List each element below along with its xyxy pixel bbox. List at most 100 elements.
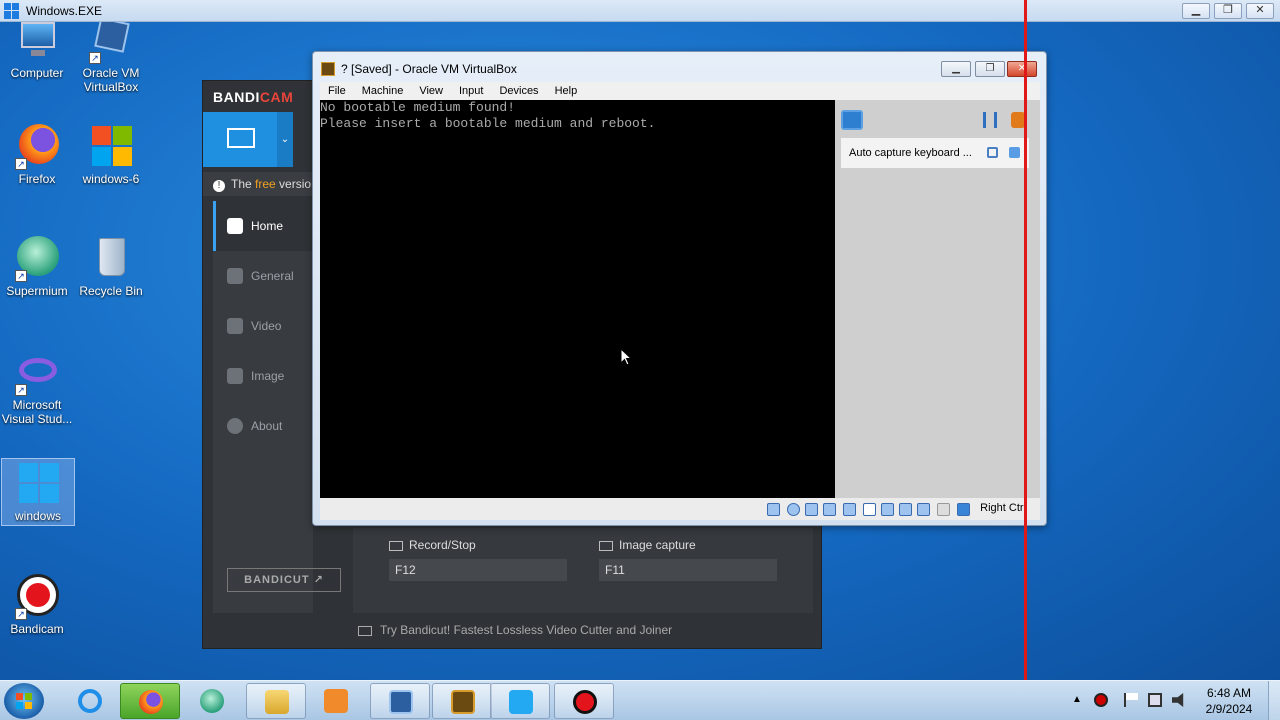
taskbar-file-explorer[interactable]: [246, 683, 306, 719]
taskbar-firefox[interactable]: [120, 683, 180, 719]
toggle-icon[interactable]: [1011, 112, 1025, 128]
desktop-icon-label: windows-6: [82, 172, 140, 186]
nav-about[interactable]: About: [213, 401, 313, 451]
menu-view[interactable]: View: [411, 85, 451, 97]
vm-display[interactable]: No bootable medium found! Please insert …: [320, 100, 835, 498]
nav-image[interactable]: Image: [213, 351, 313, 401]
keyboard-icon: [389, 540, 403, 551]
vm-screen-line: Please insert a bootable medium and rebo…: [320, 116, 656, 131]
shortcut-arrow-icon: ↗: [89, 52, 101, 64]
desktop-icon-recycle-bin[interactable]: Recycle Bin: [74, 234, 148, 298]
desktop-icon-label: Bandicam: [10, 622, 64, 636]
taskbar-virtualbox[interactable]: [370, 683, 430, 719]
shared-folders-icon[interactable]: [863, 503, 876, 516]
volume-muted-icon[interactable]: [1172, 693, 1184, 707]
taskbar-media-player[interactable]: [306, 683, 366, 719]
desktop-icon-bandicam[interactable]: ↗ Bandicam: [0, 572, 74, 636]
desktop-icon-virtualbox[interactable]: ↗ Oracle VM VirtualBox: [74, 22, 148, 94]
close-button[interactable]: ✕: [1246, 3, 1274, 19]
network-icon[interactable]: [823, 503, 836, 516]
sort-icon[interactable]: [983, 112, 997, 128]
hard-disk-icon[interactable]: [767, 503, 780, 516]
system-clock[interactable]: 6:48 AM 2/9/2024: [1198, 685, 1260, 717]
virtualbox-vm-window[interactable]: ? [Saved] - Oracle VM VirtualBox ▁ ❐ ✕ F…: [312, 51, 1047, 526]
record-stop-label: Record/Stop: [389, 538, 476, 552]
vbox-minimize-button[interactable]: ▁: [941, 61, 971, 77]
supermium-icon: ↗: [13, 234, 61, 282]
info-icon: !: [213, 180, 225, 192]
desktop-icon-firefox[interactable]: ↗ Firefox: [0, 122, 74, 186]
dismiss-icon[interactable]: [1009, 147, 1020, 158]
taskbar-windows[interactable]: [490, 683, 550, 719]
desktop-icon-computer[interactable]: Computer: [0, 22, 74, 80]
host-window-titlebar[interactable]: Windows.EXE ▁ ❐ ✕: [0, 0, 1280, 22]
nav-video[interactable]: Video: [213, 301, 313, 351]
minimize-button[interactable]: ▁: [1182, 3, 1210, 19]
nav-label: Video: [251, 319, 282, 333]
recording-icon[interactable]: [899, 503, 912, 516]
shortcut-arrow-icon: ↗: [15, 270, 27, 282]
desktop-icon-windows-6[interactable]: windows-6: [74, 122, 148, 186]
vbox-close-button[interactable]: ✕: [1007, 61, 1037, 77]
nav-label: General: [251, 269, 294, 283]
auto-capture-notification[interactable]: Auto capture keyboard ...: [841, 138, 1029, 168]
mode-dropdown-button[interactable]: ⌄: [277, 112, 293, 167]
restore-button[interactable]: ❐: [1214, 3, 1242, 19]
display-icon[interactable]: [881, 503, 894, 516]
menu-machine[interactable]: Machine: [354, 85, 412, 97]
show-desktop-button[interactable]: [1268, 681, 1280, 720]
start-button[interactable]: [4, 683, 44, 719]
mouse-integration-icon[interactable]: [937, 503, 950, 516]
show-hidden-icons-chevron[interactable]: ▲: [1072, 694, 1086, 708]
desktop-icon-windows[interactable]: windows: [1, 458, 75, 526]
red-guide-line: [1024, 0, 1027, 720]
computer-icon: [13, 22, 61, 64]
nav-label: About: [251, 419, 283, 433]
vbox-restore-button[interactable]: ❐: [975, 61, 1005, 77]
notification-center-icon[interactable]: [841, 110, 863, 130]
screen-mode-button[interactable]: [203, 112, 277, 167]
virtualbox-icon: ↗: [87, 22, 135, 64]
taskbar-virtualbox-vm[interactable]: [432, 683, 492, 719]
menu-help[interactable]: Help: [547, 85, 586, 97]
audio-icon[interactable]: [805, 503, 818, 516]
usb-icon[interactable]: [843, 503, 856, 516]
network-icon[interactable]: [1148, 693, 1162, 707]
nav-general[interactable]: General: [213, 251, 313, 301]
taskbar-bandicam[interactable]: [554, 683, 614, 719]
optical-drive-icon[interactable]: [787, 503, 800, 516]
cpu-icon[interactable]: [917, 503, 930, 516]
menu-file[interactable]: File: [320, 85, 354, 97]
image-capture-hotkey-field[interactable]: F11: [599, 559, 777, 581]
desktop-icon-label: Recycle Bin: [79, 284, 143, 298]
firefox-icon: [139, 690, 163, 714]
clock-date: 2/9/2024: [1205, 702, 1253, 716]
bandicut-promo-link[interactable]: Try Bandicut! Fastest Lossless Video Cut…: [358, 623, 672, 637]
record-stop-hotkey-field[interactable]: F12: [389, 559, 567, 581]
free-version-notice: ! The free versio: [203, 172, 313, 196]
keyboard-capture-icon[interactable]: [957, 503, 970, 516]
menu-input[interactable]: Input: [451, 85, 491, 97]
nav-label: Image: [251, 369, 285, 383]
action-center-flag-icon[interactable]: [1124, 693, 1138, 707]
pin-icon[interactable]: [987, 147, 998, 158]
desktop-icon-visual-studio[interactable]: ↗ Microsoft Visual Stud...: [0, 348, 74, 426]
desktop-icon-label: windows: [14, 509, 62, 523]
hotkey-panel: Record/Stop F12 Image capture F11: [353, 528, 813, 613]
nav-home[interactable]: Home: [213, 201, 313, 251]
shortcut-arrow-icon: ↗: [15, 608, 27, 620]
home-icon: [227, 218, 243, 234]
taskbar-supermium[interactable]: [182, 683, 242, 719]
hotkey-label-text: Image capture: [619, 538, 696, 552]
taskbar-internet-explorer[interactable]: [60, 683, 120, 719]
nav-label: Home: [251, 219, 284, 233]
menu-devices[interactable]: Devices: [491, 85, 546, 97]
vbox-notification-panel: Auto capture keyboard ...: [835, 100, 1040, 498]
vbox-titlebar[interactable]: ? [Saved] - Oracle VM VirtualBox: [321, 60, 517, 78]
bandicut-button[interactable]: BANDICUT ↗: [227, 568, 341, 592]
notice-text: The: [231, 177, 256, 191]
desktop-icon-supermium[interactable]: ↗ Supermium: [0, 234, 74, 298]
bandicam-tray-icon[interactable]: [1094, 693, 1108, 707]
notification-text: Auto capture keyboard ...: [849, 147, 972, 159]
notice-text: versio: [275, 177, 312, 191]
